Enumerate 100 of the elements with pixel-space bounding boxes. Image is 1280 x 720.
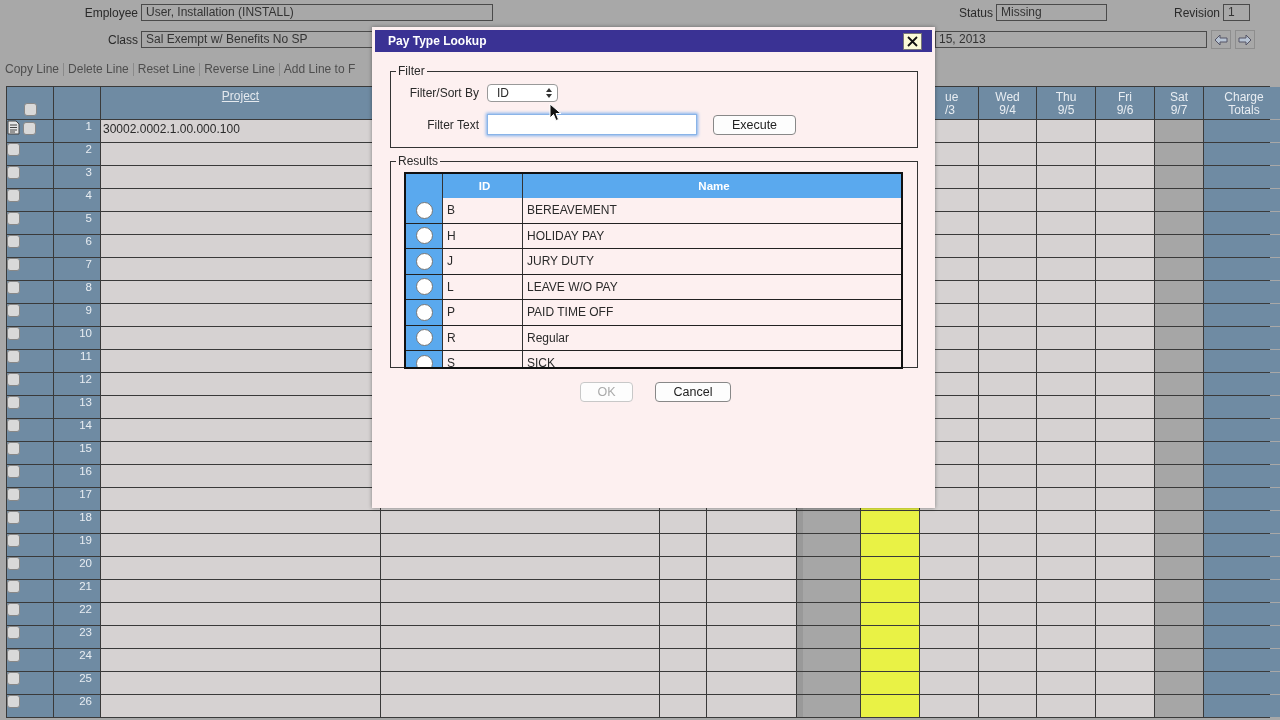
- table-cell[interactable]: [1204, 143, 1280, 165]
- row-checkbox[interactable]: [7, 258, 20, 271]
- row-checkbox[interactable]: [7, 695, 20, 708]
- table-cell[interactable]: [979, 419, 1036, 441]
- table-cell[interactable]: [979, 166, 1036, 188]
- table-cell[interactable]: [979, 603, 1036, 625]
- table-cell[interactable]: [1204, 442, 1280, 464]
- table-cell[interactable]: [1204, 672, 1280, 694]
- table-cell[interactable]: [660, 511, 706, 533]
- table-cell[interactable]: [101, 603, 380, 625]
- table-cell[interactable]: [979, 672, 1036, 694]
- table-cell[interactable]: [707, 695, 796, 717]
- table-cell[interactable]: [1037, 350, 1095, 372]
- table-cell[interactable]: [861, 534, 919, 556]
- table-cell[interactable]: [1096, 350, 1154, 372]
- table-cell[interactable]: [979, 695, 1036, 717]
- row-checkbox[interactable]: [7, 511, 20, 524]
- table-cell[interactable]: [1204, 695, 1280, 717]
- table-cell[interactable]: [979, 235, 1036, 257]
- row-checkbox[interactable]: [7, 557, 20, 570]
- table-cell[interactable]: SICK: [523, 351, 901, 367]
- table-cell[interactable]: [1204, 419, 1280, 441]
- row-checkbox[interactable]: [7, 327, 20, 340]
- table-cell[interactable]: [1096, 534, 1154, 556]
- note-icon[interactable]: [7, 120, 20, 135]
- table-cell[interactable]: [1096, 580, 1154, 602]
- toolbar-link[interactable]: Reset Line: [137, 62, 196, 76]
- table-cell[interactable]: R: [443, 325, 523, 350]
- table-cell[interactable]: [1155, 695, 1203, 717]
- row-checkbox[interactable]: [7, 672, 20, 685]
- row-checkbox[interactable]: [7, 350, 20, 363]
- table-cell[interactable]: [1037, 327, 1095, 349]
- table-cell[interactable]: [381, 626, 659, 648]
- table-cell[interactable]: [1037, 557, 1095, 579]
- row-checkbox[interactable]: [7, 396, 20, 409]
- radio-button[interactable]: [415, 303, 433, 321]
- table-cell[interactable]: [101, 649, 380, 671]
- table-cell[interactable]: [979, 120, 1036, 142]
- table-cell[interactable]: [1204, 603, 1280, 625]
- radio-button[interactable]: [415, 201, 433, 219]
- table-cell[interactable]: [1096, 327, 1154, 349]
- table-cell[interactable]: [660, 603, 706, 625]
- table-cell[interactable]: [1155, 143, 1203, 165]
- table-cell[interactable]: [101, 672, 380, 694]
- dialog-button[interactable]: Cancel: [655, 382, 731, 402]
- table-cell[interactable]: [1204, 235, 1280, 257]
- table-cell[interactable]: H: [443, 223, 523, 248]
- table-cell[interactable]: [1155, 350, 1203, 372]
- table-cell[interactable]: S: [443, 351, 523, 367]
- radio-button[interactable]: [415, 329, 433, 347]
- table-cell[interactable]: [1155, 603, 1203, 625]
- row-checkbox[interactable]: [7, 580, 20, 593]
- table-cell[interactable]: [979, 189, 1036, 211]
- table-cell[interactable]: [1155, 534, 1203, 556]
- table-cell[interactable]: [1204, 281, 1280, 303]
- sort-select[interactable]: ID: [487, 84, 558, 102]
- table-cell[interactable]: [861, 580, 919, 602]
- table-cell[interactable]: [1096, 189, 1154, 211]
- table-cell[interactable]: [1096, 304, 1154, 326]
- table-cell[interactable]: [1037, 649, 1095, 671]
- table-cell[interactable]: [1155, 672, 1203, 694]
- select-all-checkbox[interactable]: [23, 103, 37, 116]
- table-cell[interactable]: [1096, 557, 1154, 579]
- table-cell[interactable]: [861, 557, 919, 579]
- table-cell[interactable]: [979, 327, 1036, 349]
- table-cell[interactable]: [1204, 373, 1280, 395]
- table-cell[interactable]: [1037, 166, 1095, 188]
- table-cell[interactable]: [920, 534, 978, 556]
- table-cell[interactable]: [797, 557, 860, 579]
- radio-button[interactable]: [415, 354, 433, 367]
- table-cell[interactable]: [1204, 189, 1280, 211]
- table-cell[interactable]: [979, 281, 1036, 303]
- table-cell[interactable]: [797, 672, 860, 694]
- table-cell[interactable]: [1037, 212, 1095, 234]
- table-cell[interactable]: [1155, 258, 1203, 280]
- table-cell[interactable]: [101, 557, 380, 579]
- table-cell[interactable]: [101, 511, 380, 533]
- table-cell[interactable]: [920, 626, 978, 648]
- table-cell[interactable]: [1096, 166, 1154, 188]
- table-cell[interactable]: [707, 626, 796, 648]
- table-cell[interactable]: [1155, 580, 1203, 602]
- table-cell[interactable]: [381, 695, 659, 717]
- table-cell[interactable]: [101, 580, 380, 602]
- employee-field[interactable]: User, Installation (INSTALL): [141, 4, 493, 21]
- table-cell[interactable]: [1037, 120, 1095, 142]
- table-cell[interactable]: [1155, 442, 1203, 464]
- table-cell[interactable]: [1204, 511, 1280, 533]
- table-cell[interactable]: [1037, 258, 1095, 280]
- table-cell[interactable]: [1096, 373, 1154, 395]
- table-cell[interactable]: [1037, 281, 1095, 303]
- table-cell[interactable]: [1204, 304, 1280, 326]
- table-cell[interactable]: [101, 626, 380, 648]
- table-cell[interactable]: [861, 649, 919, 671]
- table-cell[interactable]: [1155, 189, 1203, 211]
- table-cell[interactable]: B: [443, 198, 523, 223]
- table-cell[interactable]: [1037, 580, 1095, 602]
- table-cell[interactable]: [861, 603, 919, 625]
- table-cell[interactable]: [1037, 534, 1095, 556]
- table-cell[interactable]: [1037, 603, 1095, 625]
- table-cell[interactable]: [1037, 442, 1095, 464]
